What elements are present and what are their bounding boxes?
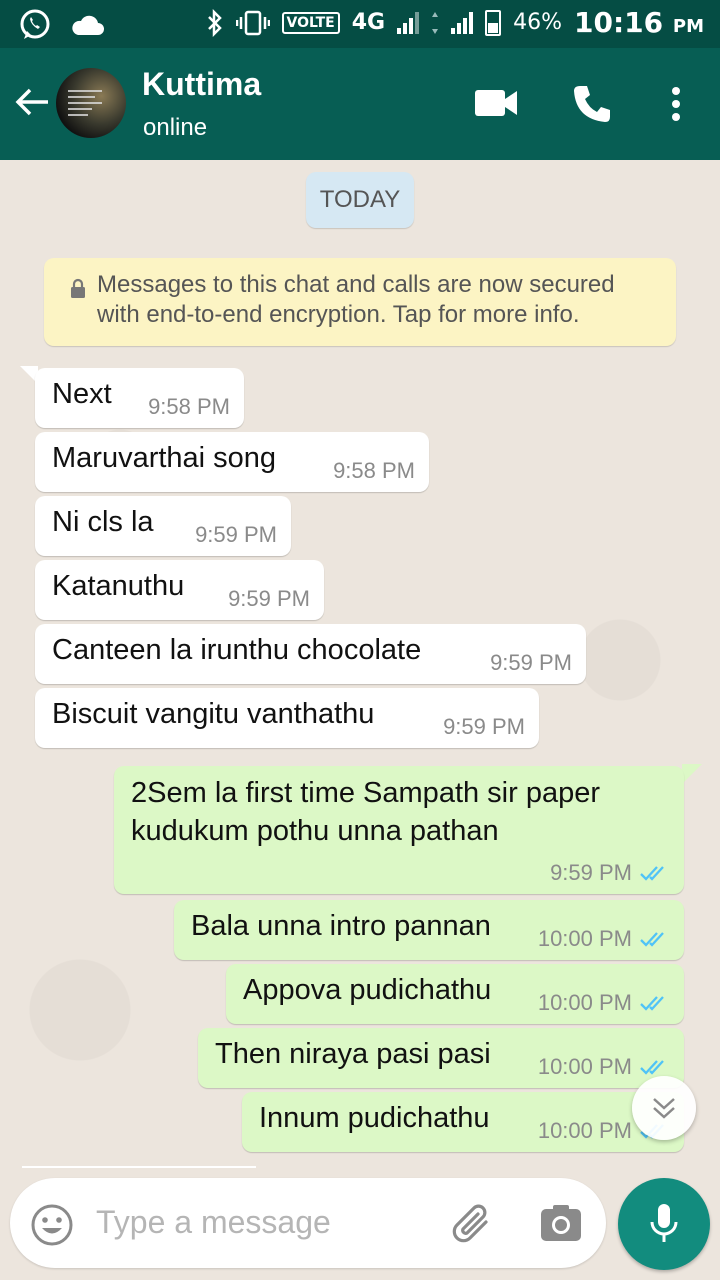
signal-bars-sim1 <box>397 11 420 34</box>
voice-call-icon[interactable] <box>572 84 612 124</box>
back-arrow-icon[interactable] <box>14 84 50 120</box>
message-time: 9:59 PM <box>550 860 632 885</box>
chat-header: Kuttima online <box>0 48 720 160</box>
bluetooth-icon <box>207 8 222 37</box>
message-outgoing[interactable]: Bala unna intro pannan 10:00 PM <box>174 900 684 960</box>
message-time: 9:59 PM <box>228 586 310 611</box>
more-options-icon[interactable] <box>668 86 684 122</box>
message-composer: Type a message <box>10 1178 606 1268</box>
message-outgoing[interactable]: Innum pudichathu 10:00 PM <box>242 1092 684 1152</box>
avatar[interactable] <box>56 68 126 138</box>
message-text: Katanuthu <box>52 570 185 602</box>
message-time: 9:59 PM <box>443 714 525 739</box>
encryption-notice-line2: with end-to-end encryption. Tap for more… <box>97 301 580 328</box>
message-time: 10:00 PM <box>537 1054 632 1079</box>
message-time: 10:00 PM <box>537 990 632 1015</box>
vibrate-icon <box>235 10 270 35</box>
battery-icon <box>485 9 502 36</box>
message-time: 10:00 PM <box>537 1118 632 1143</box>
lock-icon <box>71 278 85 298</box>
signal-bars-sim2 <box>451 11 474 34</box>
divider <box>22 1166 256 1168</box>
message-text: Maruvarthai song <box>52 442 277 474</box>
message-time: 9:59 PM <box>195 522 277 547</box>
volte-badge: VOLTE <box>281 11 340 34</box>
read-ticks-icon <box>640 932 664 947</box>
video-call-icon[interactable] <box>474 88 518 118</box>
double-chevron-down-icon <box>653 1098 675 1119</box>
message-time: 9:58 PM <box>148 394 230 419</box>
message-text: Biscuit vangitu vanthathu <box>52 698 375 730</box>
message-text: Canteen la irunthu chocolate <box>52 634 422 666</box>
message-text: 2Sem la first time Sampath sir paper kud… <box>131 777 601 847</box>
message-incoming[interactable]: Ni cls la 9:59 PM <box>35 496 291 556</box>
message-text: Innum pudichathu <box>259 1102 490 1134</box>
message-text: Bala unna intro pannan <box>191 910 491 942</box>
chat-area[interactable]: TODAY Messages to this chat and calls ar… <box>0 160 720 1280</box>
message-outgoing[interactable]: Appova pudichathu 10:00 PM <box>226 964 684 1024</box>
encryption-notice[interactable]: Messages to this chat and calls are now … <box>44 258 676 346</box>
whatsapp-notification-icon <box>20 9 50 39</box>
message-input[interactable]: Type a message <box>96 1204 331 1241</box>
message-incoming[interactable]: Biscuit vangitu vanthathu 9:59 PM <box>35 688 539 748</box>
microphone-icon <box>650 1204 678 1242</box>
battery-percent: 46% <box>513 10 562 35</box>
scroll-to-bottom-button[interactable] <box>632 1076 696 1140</box>
message-text: Ni cls la <box>52 506 154 538</box>
message-incoming[interactable]: Canteen la irunthu chocolate 9:59 PM <box>35 624 586 684</box>
message-text: Next <box>52 378 112 410</box>
read-ticks-icon <box>640 1060 664 1075</box>
bubble-tail-out <box>682 764 702 784</box>
message-outgoing[interactable]: Then niraya pasi pasi 10:00 PM <box>198 1028 684 1088</box>
message-time: 10:00 PM <box>537 926 632 951</box>
data-arrows-icon <box>432 11 439 34</box>
emoji-icon[interactable] <box>30 1203 74 1247</box>
message-text: Then niraya pasi pasi <box>215 1038 491 1070</box>
attach-icon[interactable] <box>450 1202 494 1244</box>
message-outgoing[interactable]: 2Sem la first time Sampath sir paper kud… <box>114 766 684 894</box>
status-bar: VOLTE 4G 46% 10:16 PM <box>0 0 720 48</box>
message-incoming[interactable]: Maruvarthai song 9:58 PM <box>35 432 429 492</box>
encryption-notice-line1: Messages to this chat and calls are now … <box>97 271 615 298</box>
network-type: 4G <box>351 10 386 35</box>
contact-name[interactable]: Kuttima <box>142 66 261 103</box>
message-incoming[interactable]: Katanuthu 9:59 PM <box>35 560 324 620</box>
mic-button[interactable] <box>618 1178 710 1270</box>
read-ticks-icon <box>640 996 664 1011</box>
message-time: 9:59 PM <box>490 650 572 675</box>
message-text: Appova pudichathu <box>243 974 492 1006</box>
read-ticks-icon <box>640 866 664 881</box>
message-time: 9:58 PM <box>333 458 415 483</box>
cloud-icon <box>72 15 104 35</box>
contact-status: online <box>143 114 208 141</box>
camera-icon[interactable] <box>540 1204 582 1242</box>
message-incoming[interactable]: Next 9:58 PM <box>35 368 244 428</box>
clock: 10:16 PM <box>574 6 704 39</box>
date-chip: TODAY <box>306 172 414 228</box>
